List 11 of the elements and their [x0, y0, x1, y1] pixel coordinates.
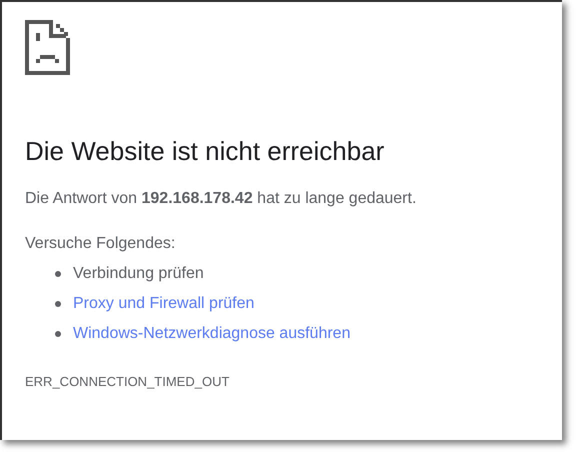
bullet-icon — [55, 301, 61, 307]
bullet-icon — [55, 331, 61, 337]
suggestion-link[interactable]: Windows-Netzwerkdiagnose ausführen — [73, 324, 350, 344]
suggestion-text: Verbindung prüfen — [73, 264, 204, 284]
suggestion-link[interactable]: Proxy und Firewall prüfen — [73, 294, 254, 314]
error-message: Die Antwort von 192.168.178.42 hat zu lange gedauert. — [25, 189, 418, 209]
bullet-icon — [55, 271, 61, 277]
suggestions-title: Versuche Folgendes: — [25, 234, 176, 254]
sad-page-icon — [25, 20, 70, 75]
error-heading: Die Website ist nicht erreichbar — [25, 135, 386, 167]
error-code: ERR_CONNECTION_TIMED_OUT — [25, 374, 230, 390]
